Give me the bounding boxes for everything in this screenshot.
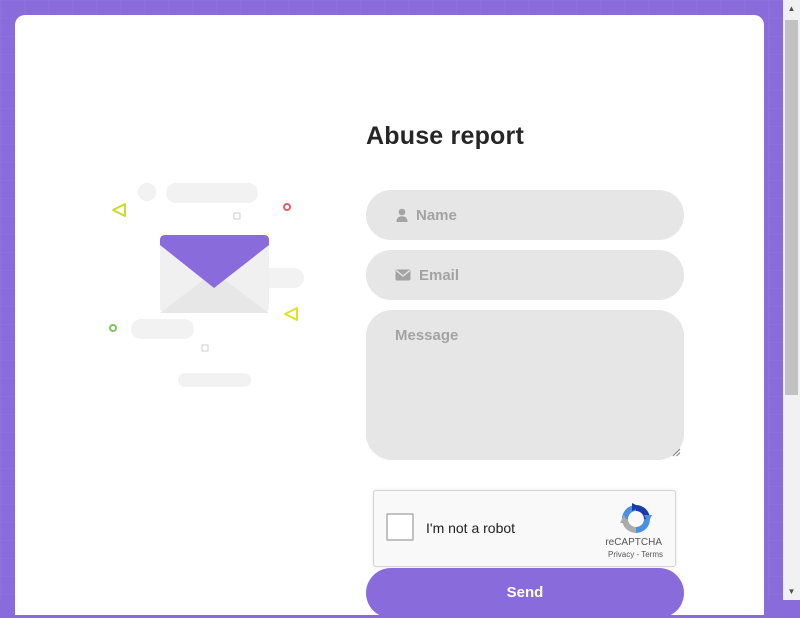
- email-field[interactable]: Email: [366, 250, 684, 300]
- send-button[interactable]: Send: [366, 568, 684, 618]
- message-placeholder: Message: [395, 327, 459, 344]
- scroll-up-arrow-icon[interactable]: ▲: [783, 0, 800, 17]
- resize-grip-icon[interactable]: [671, 447, 681, 457]
- scrollbar-thumb[interactable]: [785, 20, 798, 395]
- user-icon: [395, 208, 409, 222]
- recaptcha-label: I'm not a robot: [426, 520, 516, 536]
- send-button-label: Send: [506, 583, 544, 601]
- scroll-down-arrow-icon[interactable]: ▼: [783, 583, 800, 600]
- terms-link[interactable]: Terms: [641, 550, 663, 559]
- envelope-illustration-icon: [109, 183, 304, 387]
- recaptcha-links: Privacy - Terms: [608, 550, 663, 559]
- scrollbar[interactable]: ▲ ▼: [783, 0, 800, 600]
- recaptcha-checkbox[interactable]: [386, 513, 414, 541]
- message-textarea[interactable]: Message: [366, 310, 684, 460]
- recaptcha-brand: reCAPTCHA: [605, 537, 662, 548]
- envelope-icon: [395, 268, 411, 282]
- recaptcha-logo-icon: [620, 503, 652, 533]
- recaptcha-widget: I'm not a robot reCAPTCHA Privacy - Term…: [373, 490, 676, 567]
- name-placeholder: Name: [416, 206, 457, 224]
- name-field[interactable]: Name: [366, 190, 684, 240]
- email-placeholder: Email: [419, 266, 460, 284]
- page-title: Abuse report: [366, 122, 524, 150]
- privacy-link[interactable]: Privacy: [608, 550, 634, 559]
